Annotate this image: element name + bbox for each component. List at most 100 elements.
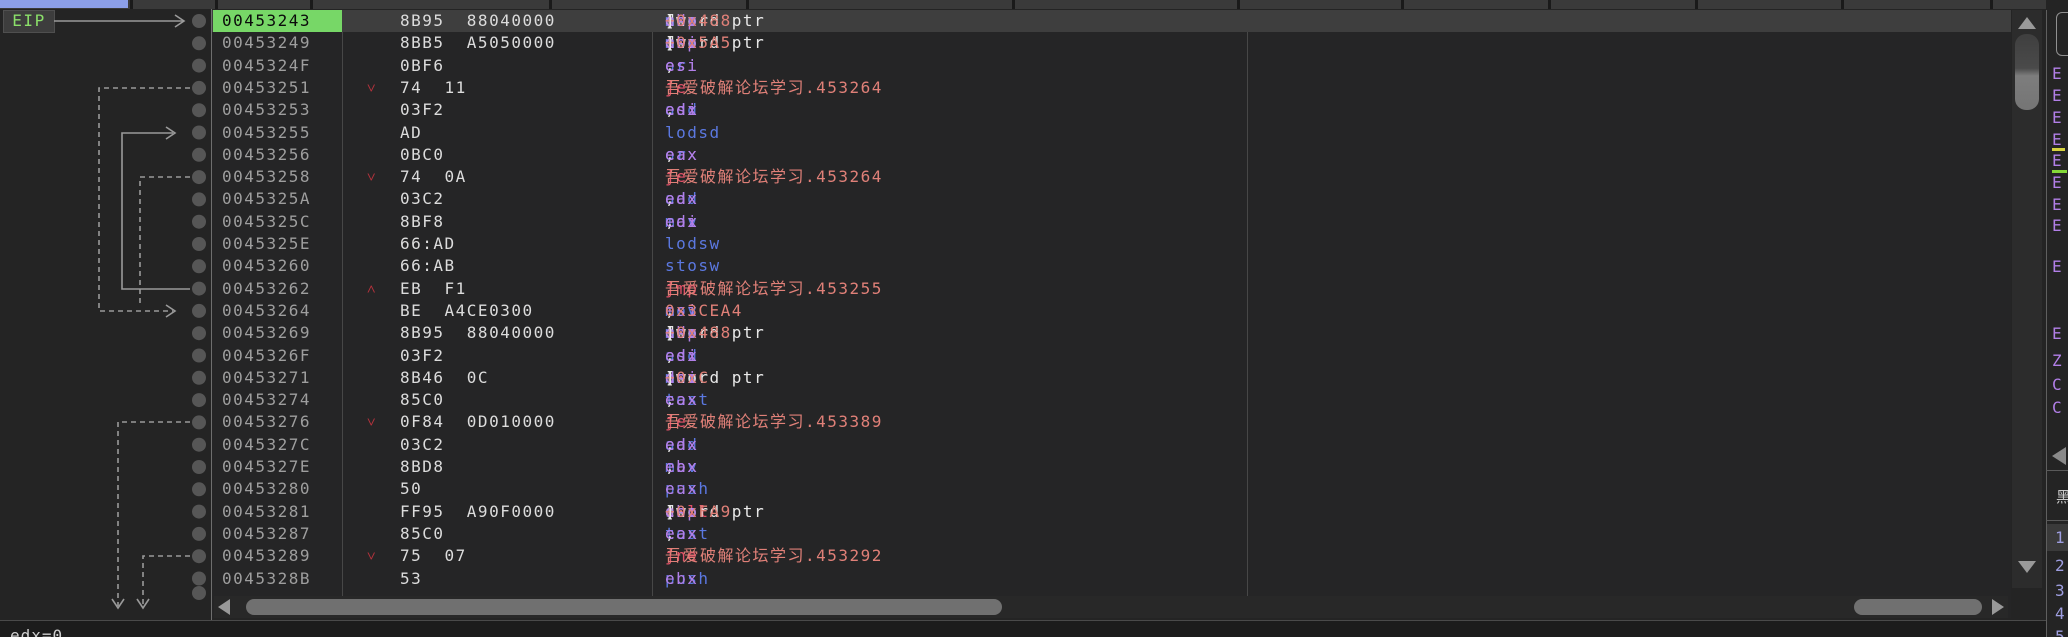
disasm-row[interactable]: 0045327C03C2add eax,edx [212,434,2011,456]
disasm-row[interactable]: 00453258˅74 0Aje 吾爱破解论坛学习.453264 [212,166,2011,188]
disasm-row[interactable]: 0045326066:ABstosw [212,255,2011,277]
breakpoint-dot[interactable] [192,81,206,95]
address-cell: 00453255 [222,122,311,144]
disasm-row[interactable]: 00453264BE A4CE0300mov esi,0x3CEA4 [212,300,2011,322]
h-scroll-thumb-segment[interactable] [1854,599,1982,615]
top-strip [0,0,2046,9]
address-cell: 00453289 [222,545,311,567]
v-scrollbar[interactable] [2012,10,2042,588]
scroll-down-icon[interactable] [2018,561,2036,573]
disasm-row[interactable]: 0045328050push eax [212,478,2011,500]
disasm-row[interactable]: 00453289˅75 07jne 吾爱破解论坛学习.453292 [212,545,2011,567]
disasm-row[interactable]: 00453281FF95 A90F0000call dword ptr ss:[… [212,501,2011,523]
status-bar: edx=0 [0,621,2046,637]
disasm-row[interactable]: 0045325A03C2add eax,edx [212,188,2011,210]
breakpoint-dot[interactable] [192,415,206,429]
header-separator [1012,0,1015,9]
breakpoint-dot[interactable] [192,505,206,519]
disasm-row[interactable]: 0045325C8BF8mov edi,eax [212,211,2011,233]
scroll-right-icon[interactable] [1992,599,2004,615]
disasm-row[interactable]: 0045324F0BF6or esi,esi [212,55,2011,77]
disasm-row[interactable]: 0045327E8BD8mov ebx,eax [212,456,2011,478]
disasm-row[interactable]: 0045325303F2add esi,edx [212,99,2011,121]
breakpoint-dot[interactable] [192,215,206,229]
stack-row-number[interactable]: 2 [2055,556,2068,578]
disasm-token: eax [665,478,698,500]
address-cell: 00453274 [222,389,311,411]
breakpoint-dot[interactable] [192,326,206,340]
register-letter: E [2052,65,2068,85]
header-separator [1548,0,1551,9]
stack-row-number[interactable]: 4 [2055,604,2068,626]
breakpoint-dot[interactable] [192,103,206,117]
breakpoint-dot[interactable] [192,282,206,296]
disasm-row[interactable]: 00453255ADlodsd [212,122,2011,144]
jump-direction-icon: ˅ [367,77,377,99]
status-text: edx=0 [10,626,63,637]
disasm-row[interactable]: 0045326F03F2add esi,edx [212,345,2011,367]
disasm-row[interactable]: 004532438B95 88040000mov edx,dword ptr s… [212,10,2011,32]
bytes-cell: 03F2 [400,345,445,367]
disasm-row[interactable]: 004532560BC0or eax,eax [212,144,2011,166]
flag-letter: E [2052,325,2068,345]
collapse-left-icon[interactable] [2052,447,2066,465]
bytes-cell: 0F84 0D010000 [400,411,556,433]
bytes-cell: 8B95 88040000 [400,10,556,32]
breakpoint-dot[interactable] [192,572,206,586]
disasm-token: edx [665,434,698,456]
breakpoint-dot[interactable] [192,148,206,162]
h-scroll-thumb[interactable] [246,599,1002,615]
breakpoint-dot[interactable] [192,170,206,184]
disasm-token: eax [665,389,698,411]
breakpoint-dot[interactable] [192,237,206,251]
breakpoint-dot[interactable] [192,192,206,206]
disasm-token: 吾爱破解论坛学习.453264 [665,77,883,99]
breakpoint-dot[interactable] [192,460,206,474]
bytes-cell: 74 11 [400,77,467,99]
disasm-token: 吾爱破解论坛学习.453389 [665,411,883,433]
disasm-row[interactable]: 0045327485C0test eax,eax [212,389,2011,411]
disasm-row[interactable]: 004532718B46 0Cmov eax,dword ptr ds:[esi… [212,367,2011,389]
breakpoint-dot[interactable] [192,371,206,385]
address-cell: 0045328B [222,568,311,590]
stack-row-number[interactable]: 1 [2055,528,2068,550]
disasm-row[interactable]: 0045328785C0test eax,eax [212,523,2011,545]
breakpoint-dot[interactable] [192,59,206,73]
stack-row-number[interactable]: 3 [2055,581,2068,603]
scroll-left-icon[interactable] [218,599,230,615]
breakpoint-dot[interactable] [192,393,206,407]
stack-row-number[interactable]: 5 [2055,627,2068,637]
breakpoint-dot[interactable] [192,126,206,140]
address-cell: 0045325C [222,211,311,233]
address-cell: 00453256 [222,144,311,166]
register-letter: E [2052,258,2068,278]
disasm-row[interactable]: 0045328B53push ebx [212,568,2011,590]
breakpoint-dot[interactable] [192,549,206,563]
breakpoint-dot[interactable] [192,349,206,363]
disasm-row[interactable]: 004532498BB5 A5050000mov esi,dword ptr s… [212,32,2011,54]
disasm-row[interactable]: 00453276˅0F84 0D010000je 吾爱破解论坛学习.453389 [212,411,2011,433]
disasm-row[interactable]: 004532698B95 88040000mov edx,dword ptr s… [212,322,2011,344]
breakpoint-dot[interactable] [192,14,206,28]
v-scroll-thumb[interactable] [2015,34,2039,110]
disasm-token: 吾爱破解论坛学习.453255 [665,278,883,300]
register-letter: E [2052,196,2068,216]
breakpoint-dot[interactable] [192,304,206,318]
breakpoint-dot[interactable] [192,36,206,50]
breakpoint-dot[interactable] [192,482,206,496]
disasm-token: edx [665,345,698,367]
disasm-row[interactable]: 00453262˄EB F1jmp 吾爱破解论坛学习.453255 [212,278,2011,300]
breakpoint-dot[interactable] [192,438,206,452]
breakpoint-dot[interactable] [192,527,206,541]
disasm-row[interactable]: 00453251˅74 11je 吾爱破解论坛学习.453264 [212,77,2011,99]
scroll-up-icon[interactable] [2018,17,2036,29]
address-cell: 00453249 [222,32,311,54]
modified-underline-green [2052,170,2067,173]
disasm-token: edx [665,99,698,121]
register-letter: E [2052,87,2068,107]
h-scrollbar[interactable] [214,596,2008,618]
breakpoint-dot[interactable] [192,586,206,600]
disasm-row[interactable]: 0045325E66:ADlodsw [212,233,2011,255]
breakpoint-dot[interactable] [192,259,206,273]
disasm-token: stosw [665,255,721,277]
